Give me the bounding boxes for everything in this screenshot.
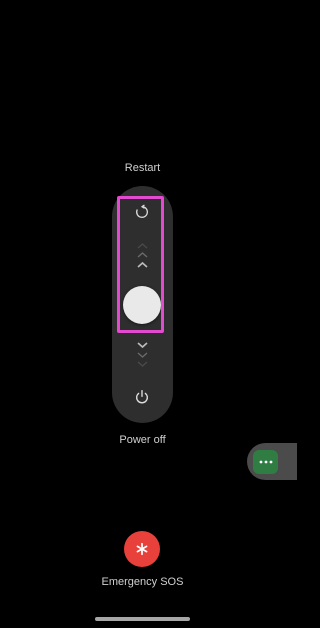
more-dots-icon[interactable] <box>253 450 278 474</box>
asterisk-icon <box>136 542 148 556</box>
restart-label: Restart <box>124 162 161 174</box>
home-indicator[interactable] <box>95 617 190 621</box>
poweroff-label: Power off <box>119 434 166 446</box>
restart-highlight-box <box>117 196 164 333</box>
chevron-down-icon <box>137 342 148 367</box>
emergency-sos-label: Emergency SOS <box>101 576 184 588</box>
emergency-sos-button[interactable] <box>124 531 160 567</box>
power-icon[interactable] <box>134 389 150 405</box>
